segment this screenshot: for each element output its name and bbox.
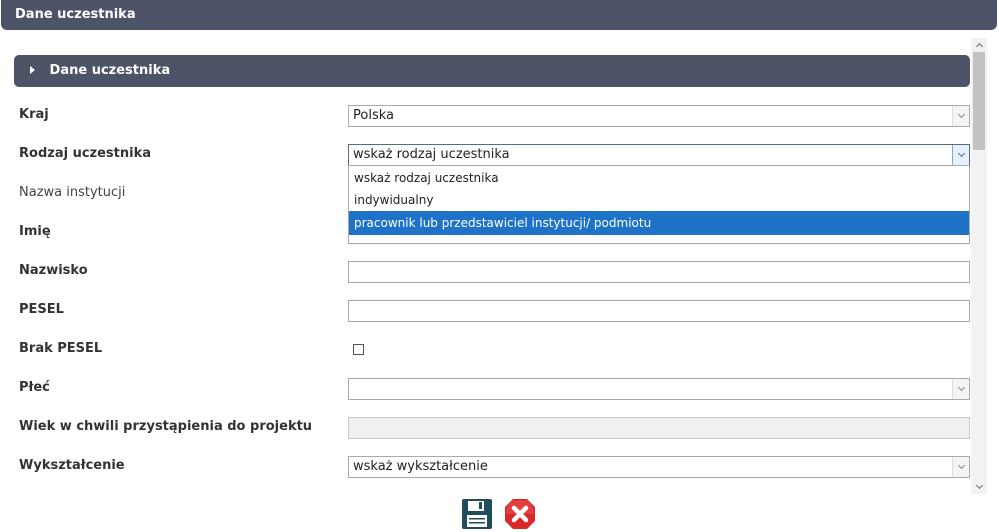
row-wyksztalcenie: Wykształcenie wskaż wykształcenie (0, 451, 975, 481)
label-rodzaj-uczestnika: Rodzaj uczestnika (19, 146, 151, 161)
label-plec: Płeć (19, 380, 50, 395)
wyksztalcenie-dropdown-button[interactable] (952, 457, 969, 477)
save-button[interactable] (460, 497, 494, 531)
chevron-down-icon (957, 110, 965, 119)
section-title: Dane uczestnika (49, 63, 171, 78)
scroll-down-button[interactable] (971, 480, 987, 494)
label-nazwisko: Nazwisko (19, 263, 88, 278)
cancel-button[interactable] (503, 497, 537, 531)
label-imie: Imię (19, 224, 51, 239)
chevron-down-icon (957, 461, 965, 470)
kraj-select[interactable]: Polska (348, 105, 970, 127)
label-brak-pesel: Brak PESEL (19, 341, 103, 356)
window-title: Dane uczestnika (15, 7, 136, 22)
row-brak-pesel: Brak PESEL (0, 334, 975, 364)
rodzaj-uczestnika-value: wskaż rodzaj uczestnika (353, 147, 510, 162)
close-x-icon (505, 499, 535, 529)
label-wyksztalcenie: Wykształcenie (19, 458, 125, 473)
vertical-scrollbar[interactable] (971, 38, 987, 494)
rodzaj-uczestnika-dropdown-button[interactable] (952, 145, 969, 165)
chevron-down-icon (957, 383, 965, 392)
scrollbar-thumb[interactable] (973, 52, 985, 150)
plec-dropdown-button[interactable] (952, 379, 969, 399)
brak-pesel-checkbox[interactable] (353, 344, 364, 355)
rodzaj-uczestnika-select[interactable]: wskaż rodzaj uczestnika (348, 144, 970, 166)
label-pesel: PESEL (19, 302, 64, 317)
option-wskaz-rodzaj[interactable]: wskaż rodzaj uczestnika (349, 167, 969, 189)
section-header-dane-uczestnika[interactable]: Dane uczestnika (14, 55, 970, 87)
option-indywidualny[interactable]: indywidualny (349, 189, 969, 211)
kraj-select-value: Polska (353, 108, 394, 123)
plec-select[interactable] (348, 378, 970, 400)
row-plec: Płeć (0, 373, 975, 403)
caret-right-icon (30, 65, 35, 74)
row-nazwisko: Nazwisko (0, 256, 975, 286)
pesel-field[interactable] (348, 300, 970, 322)
label-nazwa-instytucji: Nazwa instytucji (19, 185, 126, 200)
floppy-disk-icon (462, 499, 492, 529)
rodzaj-uczestnika-options-list: wskaż rodzaj uczestnika indywidualny pra… (348, 165, 970, 235)
wyksztalcenie-select[interactable]: wskaż wykształcenie (348, 456, 970, 478)
nazwisko-field[interactable] (348, 261, 970, 283)
window-title-bar: Dane uczestnika (1, 0, 997, 30)
label-wiek: Wiek w chwili przystąpienia do projektu (19, 419, 313, 434)
kraj-dropdown-button[interactable] (952, 106, 969, 126)
chevron-down-icon (957, 149, 965, 158)
form-area: Dane uczestnika Kraj Polska Rodzaj uczes… (0, 38, 999, 494)
scroll-up-button[interactable] (971, 38, 987, 52)
wiek-field (348, 417, 970, 439)
label-kraj: Kraj (19, 107, 49, 122)
chevron-up-icon (975, 42, 983, 51)
chevron-down-icon (975, 481, 983, 490)
option-pracownik-instytucji[interactable]: pracownik lub przedstawiciel instytucji/… (349, 211, 969, 235)
row-pesel: PESEL (0, 295, 975, 325)
row-kraj: Kraj Polska (0, 100, 975, 130)
wyksztalcenie-value: wskaż wykształcenie (353, 459, 488, 474)
row-wiek: Wiek w chwili przystąpienia do projektu (0, 412, 975, 442)
